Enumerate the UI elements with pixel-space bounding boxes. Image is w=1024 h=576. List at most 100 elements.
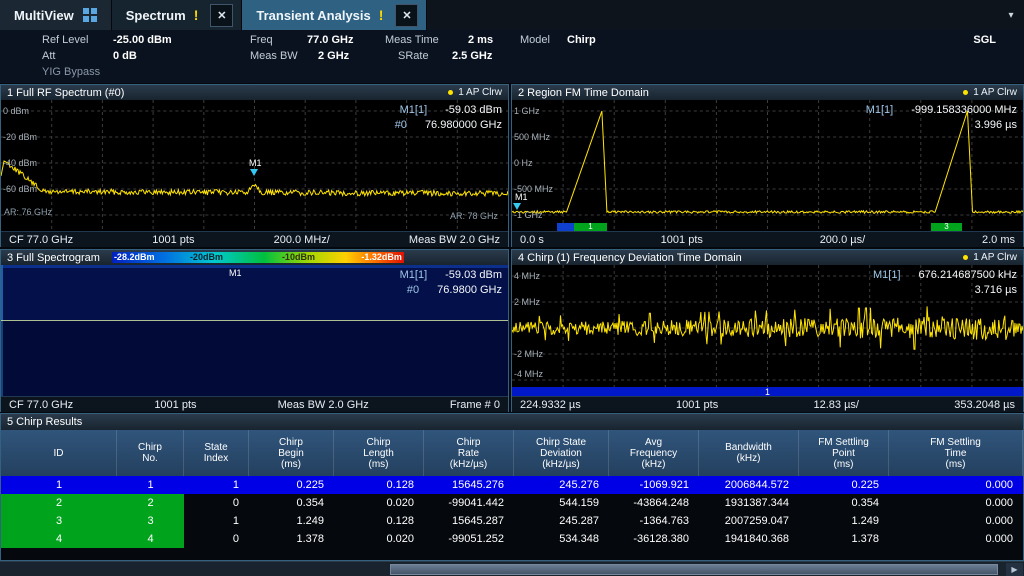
window-title-bar[interactable]: 3 Full Spectrogram -28.2dBm -20dBm -10dB…	[1, 250, 508, 265]
scale-mid-label: -20dBm	[190, 252, 223, 263]
trace-info: 1 AP Clrw	[963, 87, 1017, 98]
window-title: 5 Chirp Results	[7, 416, 82, 428]
window-title-bar[interactable]: 4 Chirp (1) Frequency Deviation Time Dom…	[512, 250, 1023, 265]
column-header: Chirp State Deviation (kHz/µs)	[514, 430, 609, 476]
footer-bar: 0.0 s 1001 pts 200.0 µs/ 2.0 ms	[512, 231, 1023, 247]
table-cell: 0.000	[889, 476, 1023, 494]
marker-readout: M1[1]-999.158336000 MHz 3.996 µs	[866, 103, 1017, 133]
table-cell: 1.378	[799, 530, 889, 548]
column-header: FM Settling Time (ms)	[889, 430, 1023, 476]
table-cell: 0.000	[889, 494, 1023, 512]
marker-value: -999.158336000 MHz	[911, 103, 1017, 118]
table-cell: 15645.287	[424, 512, 514, 530]
table-cell: 1	[117, 476, 184, 494]
table-cell: 0.225	[249, 476, 334, 494]
y-axis-tick: 4 MHz	[514, 271, 540, 281]
warning-icon: !	[194, 8, 199, 22]
close-tab-icon[interactable]: ✕	[395, 4, 418, 27]
column-header: Chirp Rate (kHz/µs)	[424, 430, 514, 476]
table-cell: 0	[184, 494, 249, 512]
srate-value[interactable]: 2.5 GHz	[452, 50, 492, 62]
sgl-status: SGL	[973, 34, 996, 46]
footer-meas-bw: Meas BW 2.0 GHz	[278, 399, 369, 411]
table-cell: 0.128	[334, 476, 424, 494]
table-cell: 245.287	[514, 512, 609, 530]
table-cell: 1.249	[249, 512, 334, 530]
trace-color-dot	[963, 90, 968, 95]
table-cell: 0.354	[249, 494, 334, 512]
marker-m1-label: M1	[229, 268, 242, 278]
window-chirp-frequency-deviation: 4 Chirp (1) Frequency Deviation Time Dom…	[511, 249, 1024, 412]
table-row[interactable]: 4401.3780.020-99051.252534.348-36128.380…	[1, 530, 1023, 548]
frequency-deviation-chart[interactable]: 4 MHz 2 MHz -2 MHz -4 MHz M1[1]676.21468…	[512, 265, 1023, 396]
table-row[interactable]: 2200.3540.020-99041.442544.159-43864.248…	[1, 494, 1023, 512]
table-cell: 1941840.368	[699, 530, 799, 548]
footer-span-per-div: 200.0 MHz/	[274, 234, 330, 246]
marker-value: -59.03 dBm	[445, 103, 502, 118]
window-title-bar[interactable]: 1 Full RF Spectrum (#0) 1 AP Clrw	[1, 85, 508, 100]
meas-bw-label: Meas BW	[250, 50, 298, 62]
y-axis-tick: -4 MHz	[514, 369, 543, 379]
table-row[interactable]: 1110.2250.12815645.276245.276-1069.92120…	[1, 476, 1023, 494]
table-cell: 1	[184, 476, 249, 494]
footer-stop-time: 353.2048 µs	[954, 399, 1015, 411]
column-header: Chirp Length (ms)	[334, 430, 424, 476]
freq-value[interactable]: 77.0 GHz	[307, 34, 353, 46]
footer-meas-bw: Meas BW 2.0 GHz	[409, 234, 500, 246]
table-cell: -99051.252	[424, 530, 514, 548]
table-cell: -99041.442	[424, 494, 514, 512]
ref-level-label: Ref Level	[42, 34, 88, 46]
chirp-region-marker: 1	[574, 223, 607, 231]
footer-start-time: 224.9332 µs	[520, 399, 581, 411]
footer-points: 1001 pts	[152, 234, 194, 246]
scroll-right-icon[interactable]: ▶	[1006, 563, 1023, 576]
window-region-fm-time-domain: 2 Region FM Time Domain 1 AP Clrw 1 GHz …	[511, 84, 1024, 247]
table-cell: 0.354	[799, 494, 889, 512]
footer-start-time: 0.0 s	[520, 234, 544, 246]
tab-label: Transient Analysis	[256, 8, 370, 23]
app-window: MultiView Spectrum ! ✕ Transient Analysi…	[0, 0, 1024, 576]
horizontal-scrollbar[interactable]: ▶	[0, 561, 1024, 576]
tab-multiview[interactable]: MultiView	[0, 0, 112, 30]
marker-m1-icon[interactable]	[513, 203, 521, 210]
footer-bar: 224.9332 µs 1001 pts 12.83 µs/ 353.2048 …	[512, 396, 1023, 412]
tab-spectrum[interactable]: Spectrum ! ✕	[112, 0, 243, 30]
footer-cf: CF 77.0 GHz	[9, 234, 73, 246]
table-cell: 544.159	[514, 494, 609, 512]
column-header: Chirp Begin (ms)	[249, 430, 334, 476]
spectrogram-chart[interactable]: M1 M1[1]-59.03 dBm #076.9800 GHz	[1, 265, 508, 396]
scrollbar-thumb[interactable]	[390, 564, 998, 575]
table-row[interactable]: 3311.2490.12815645.287245.287-1364.76320…	[1, 512, 1023, 530]
marker-readout: M1[1]-59.03 dBm #076.980000 GHz	[395, 103, 502, 133]
model-value[interactable]: Chirp	[567, 34, 596, 46]
close-tab-icon[interactable]: ✕	[210, 4, 233, 27]
y-axis-tick: 0 Hz	[514, 158, 533, 168]
footer-time-per-div: 200.0 µs/	[820, 234, 865, 246]
table-cell: -1069.921	[609, 476, 699, 494]
tab-transient-analysis[interactable]: Transient Analysis ! ✕	[242, 0, 427, 30]
meas-bw-value[interactable]: 2 GHz	[318, 50, 349, 62]
table-cell: 4	[117, 530, 184, 548]
tab-overflow-icon[interactable]: ▾	[998, 10, 1024, 21]
footer-points: 1001 pts	[154, 399, 196, 411]
table-cell: 245.276	[514, 476, 609, 494]
warning-icon: !	[379, 8, 384, 22]
marker-frequency: 76.980000 GHz	[425, 118, 502, 133]
table-cell: 2	[1, 494, 117, 512]
scale-min-label: -28.2dBm	[114, 252, 155, 263]
y-axis-tick: -20 dBm	[3, 132, 37, 142]
ref-level-value[interactable]: -25.00 dBm	[113, 34, 172, 46]
results-header: IDChirp No.State IndexChirp Begin (ms)Ch…	[1, 430, 1023, 476]
window-title-bar[interactable]: 5 Chirp Results	[1, 414, 1023, 430]
marker-m1-icon[interactable]	[250, 169, 258, 176]
column-header: Bandwidth (kHz)	[699, 430, 799, 476]
model-label: Model	[520, 34, 550, 46]
att-value[interactable]: 0 dB	[113, 50, 137, 62]
spectrum-chart[interactable]: 0 dBm -20 dBm -40 dBm -60 dBm M1[1]-59.0…	[1, 100, 508, 231]
fm-time-domain-chart[interactable]: 1 GHz 500 MHz 0 Hz -500 MHz -1 GHz M1[1]…	[512, 100, 1023, 231]
table-cell: -43864.248	[609, 494, 699, 512]
window-title-bar[interactable]: 2 Region FM Time Domain 1 AP Clrw	[512, 85, 1023, 100]
meas-time-value[interactable]: 2 ms	[468, 34, 493, 46]
y-axis-tick: 2 MHz	[514, 297, 540, 307]
y-axis-tick: 0 dBm	[3, 106, 29, 116]
